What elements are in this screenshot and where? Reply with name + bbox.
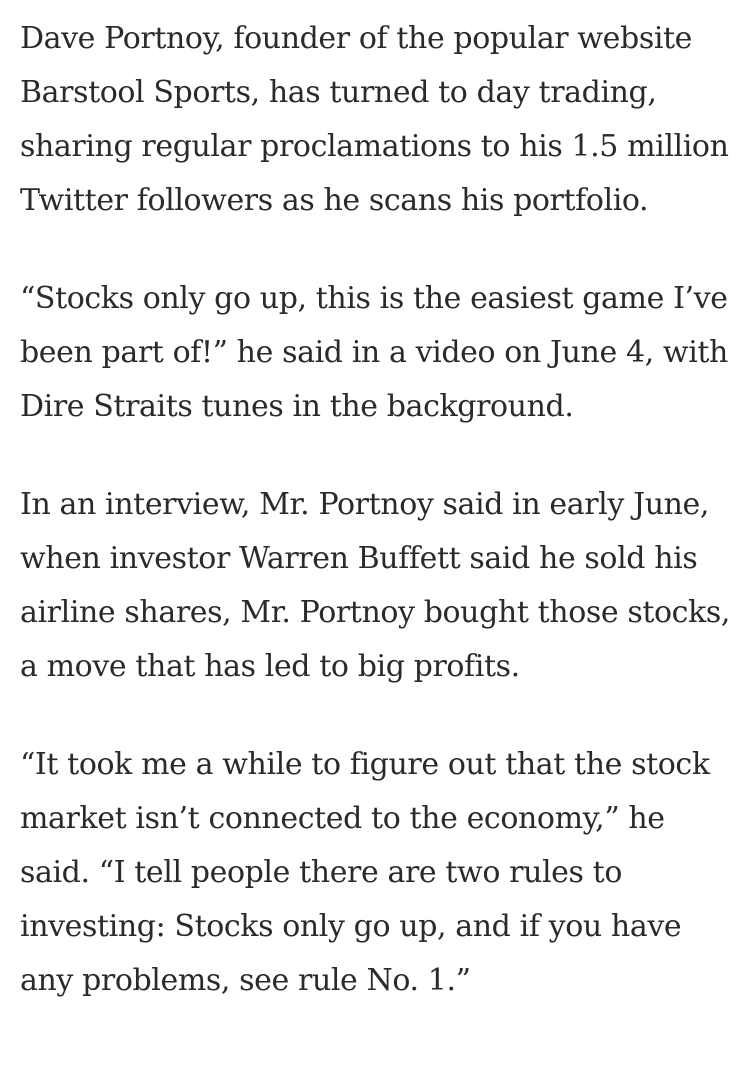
article-paragraph: In an interview, Mr. Portnoy said in ear… (20, 487, 730, 684)
article-paragraph: “It took me a while to figure out that t… (20, 747, 710, 998)
article-paragraph: “Stocks only go up, this is the easiest … (20, 281, 728, 424)
article-body: Dave Portnoy, founder of the popular web… (0, 0, 750, 1008)
article-paragraph: Dave Portnoy, founder of the popular web… (20, 21, 729, 218)
